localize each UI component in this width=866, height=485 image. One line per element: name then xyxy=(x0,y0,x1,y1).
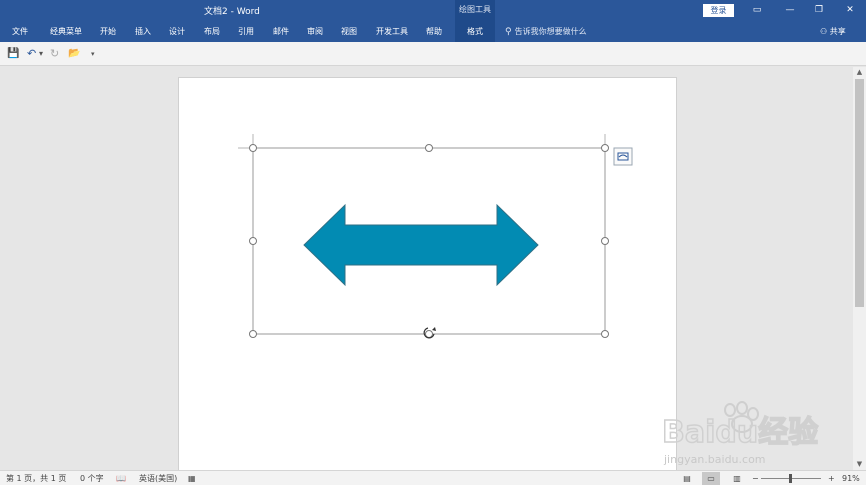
open-icon[interactable]: 📂 xyxy=(68,46,80,62)
scroll-up-icon[interactable]: ▲ xyxy=(853,67,866,77)
tab-insert[interactable]: 插入 xyxy=(135,22,151,42)
page-count[interactable]: 第 1 页，共 1 页 xyxy=(6,472,66,485)
layout-options-icon[interactable] xyxy=(613,147,633,166)
macro-recording-icon[interactable]: ▦ xyxy=(188,472,196,485)
undo-dropdown-icon[interactable]: ▾ xyxy=(39,46,43,62)
tab-home[interactable]: 开始 xyxy=(100,22,116,42)
tab-help[interactable]: 帮助 xyxy=(426,22,442,42)
status-bar: 第 1 页，共 1 页 0 个字 📖 英语(美国) ▦ ▤ ▭ ▥ − + 91… xyxy=(0,470,866,485)
tab-view[interactable]: 视图 xyxy=(341,22,357,42)
zoom-level[interactable]: 91% xyxy=(842,472,860,485)
tab-design[interactable]: 设计 xyxy=(169,22,185,42)
share-button[interactable]: ⚇ 共享 xyxy=(820,22,846,42)
web-layout-icon[interactable]: ▥ xyxy=(728,472,746,485)
baidu-jingyan-watermark: Baidu经验 jingyan.baidu.com xyxy=(660,400,820,474)
search-icon: ⚲ xyxy=(505,27,512,37)
ribbon-display-options-icon[interactable]: ▭ xyxy=(747,2,767,18)
tab-classic-menu[interactable]: 经典菜单 xyxy=(50,22,82,42)
login-button[interactable]: 登录 xyxy=(703,4,734,17)
context-group-title: 绘图工具 xyxy=(455,0,495,22)
watermark-brand: Baidu经验 xyxy=(662,415,818,450)
document-page[interactable] xyxy=(178,77,677,470)
tab-mailings[interactable]: 邮件 xyxy=(273,22,289,42)
window-title: 文档2 - Word xyxy=(204,7,260,17)
zoom-in-button[interactable]: + xyxy=(828,472,835,485)
restore-icon[interactable]: ❐ xyxy=(809,2,829,18)
undo-icon[interactable]: ↶ xyxy=(27,46,36,62)
redo-icon[interactable]: ↻ xyxy=(50,46,59,62)
resize-handle[interactable] xyxy=(249,144,257,152)
zoom-out-button[interactable]: − xyxy=(752,472,759,485)
resize-handle[interactable] xyxy=(249,330,257,338)
person-icon: ⚇ xyxy=(820,27,828,36)
quick-access-toolbar: 💾 ↶ ▾ ↻ 📂 ▾ xyxy=(0,42,866,66)
drawing-canvas xyxy=(238,134,633,339)
tab-review[interactable]: 审阅 xyxy=(307,22,323,42)
close-icon[interactable]: ✕ xyxy=(840,2,860,18)
left-right-arrow-shape[interactable] xyxy=(303,203,539,287)
minimize-icon[interactable]: — xyxy=(780,2,800,18)
ribbon-tab-row: 文件 经典菜单 开始 插入 设计 布局 引用 邮件 审阅 视图 开发工具 帮助 … xyxy=(0,22,866,42)
customize-qat-icon[interactable]: ▾ xyxy=(91,46,95,62)
print-layout-icon[interactable]: ▭ xyxy=(702,472,720,485)
resize-handle[interactable] xyxy=(601,330,609,338)
tell-me-search[interactable]: ⚲ 告诉我你想要做什么 xyxy=(505,22,587,42)
resize-handle[interactable] xyxy=(601,144,609,152)
watermark-url: jingyan.baidu.com xyxy=(663,453,766,466)
proofing-icon[interactable]: 📖 xyxy=(116,472,126,485)
tab-developer[interactable]: 开发工具 xyxy=(376,22,408,42)
save-icon[interactable]: 💾 xyxy=(7,46,19,62)
resize-handle[interactable] xyxy=(425,144,433,152)
title-bar: 文档2 - Word 绘图工具 登录 ▭ — ❐ ✕ xyxy=(0,0,866,22)
tab-layout[interactable]: 布局 xyxy=(204,22,220,42)
resize-handle[interactable] xyxy=(425,330,433,338)
resize-handle[interactable] xyxy=(249,237,257,245)
rotate-cursor-arrow-icon xyxy=(432,327,436,331)
scroll-down-icon[interactable]: ▼ xyxy=(853,459,866,469)
vertical-scrollbar[interactable]: ▲ ▼ xyxy=(853,67,866,470)
language-indicator[interactable]: 英语(美国) xyxy=(139,472,177,485)
baidu-logo-watermark: Baidu经验 jingyan.baidu.com xyxy=(661,401,819,466)
tab-references[interactable]: 引用 xyxy=(238,22,254,42)
tab-file[interactable]: 文件 xyxy=(12,22,28,42)
scrollbar-thumb[interactable] xyxy=(855,79,864,307)
word-count[interactable]: 0 个字 xyxy=(80,472,104,485)
tab-format[interactable]: 格式 xyxy=(455,22,495,42)
resize-handle[interactable] xyxy=(601,237,609,245)
zoom-slider-knob[interactable] xyxy=(789,474,792,483)
tell-me-placeholder: 告诉我你想要做什么 xyxy=(514,27,587,36)
read-mode-icon[interactable]: ▤ xyxy=(678,472,696,485)
share-label: 共享 xyxy=(829,27,846,36)
